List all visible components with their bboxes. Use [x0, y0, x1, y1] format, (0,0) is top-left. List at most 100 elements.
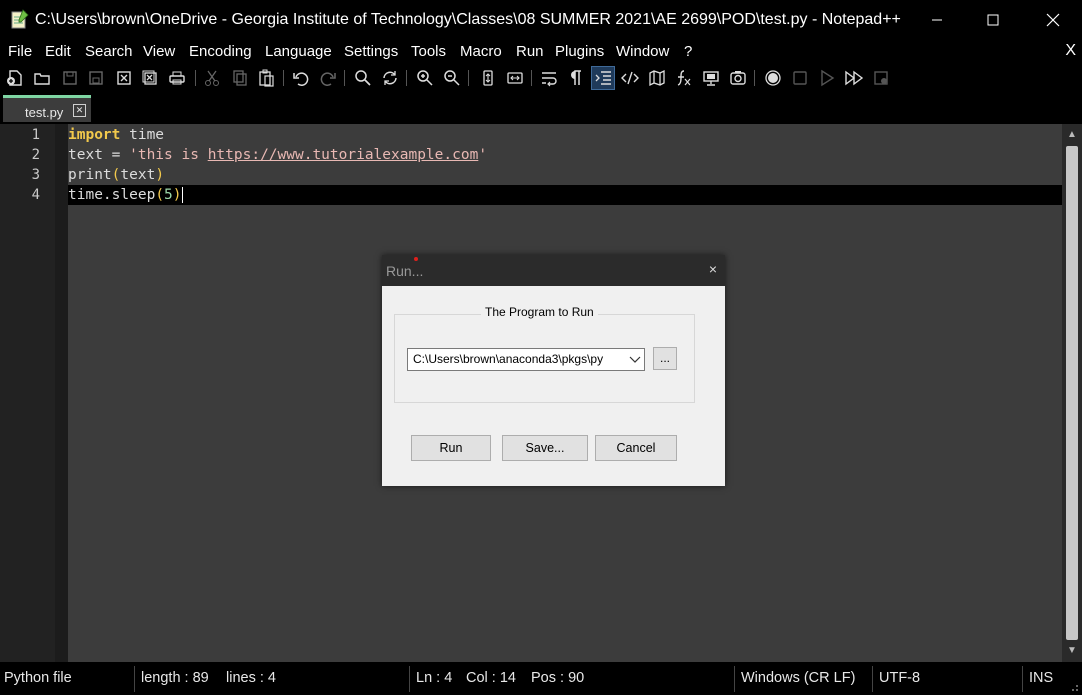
undo-icon[interactable]: [290, 67, 312, 89]
menu-language[interactable]: Language: [265, 43, 332, 60]
play-macro-icon[interactable]: [816, 67, 838, 89]
close-all-icon[interactable]: [139, 67, 161, 89]
zoom-in-icon[interactable]: [414, 67, 436, 89]
scrollbar-thumb[interactable]: [1066, 146, 1078, 640]
bracket: ): [155, 167, 165, 183]
sync-horizontal-icon[interactable]: [504, 67, 526, 89]
zoom-out-icon[interactable]: [441, 67, 463, 89]
string-literal: 'this is: [129, 147, 208, 163]
save-macro-icon[interactable]: [870, 67, 892, 89]
fold-margin: [55, 124, 68, 662]
run-dialog: Run... × The Program to Run C:\Users\bro…: [382, 255, 725, 486]
menu-run[interactable]: Run: [516, 43, 544, 60]
status-position: Pos : 90: [531, 670, 585, 686]
browse-button[interactable]: ...: [653, 347, 677, 370]
notepad-app-icon: [11, 9, 29, 29]
status-line-number: Ln : 4: [416, 670, 453, 686]
minimize-icon: [932, 19, 942, 21]
line-number: 4: [31, 187, 40, 203]
close-file-icon[interactable]: [113, 67, 135, 89]
save-button[interactable]: Save...: [502, 435, 588, 461]
menu-window[interactable]: Window: [616, 43, 669, 60]
menu-file[interactable]: File: [8, 43, 32, 60]
sync-vertical-icon[interactable]: [477, 67, 499, 89]
record-macro-icon[interactable]: [762, 67, 784, 89]
indent-guide-icon[interactable]: [591, 66, 615, 90]
notification-dot: [414, 257, 418, 261]
code-text: time.sleep: [68, 187, 156, 203]
window-title: C:\Users\brown\OneDrive - Georgia Instit…: [35, 11, 901, 28]
print-icon[interactable]: [166, 67, 188, 89]
dialog-title: Run...: [386, 263, 424, 279]
xml-tag-icon[interactable]: [619, 67, 641, 89]
paste-icon[interactable]: [255, 67, 277, 89]
keyword: import: [68, 127, 121, 143]
open-file-icon[interactable]: [31, 67, 53, 89]
close-window-button[interactable]: [1030, 0, 1076, 40]
dialog-title-bar[interactable]: Run... ×: [382, 255, 725, 286]
tab-test-py[interactable]: test.py ✕: [3, 95, 91, 122]
tab-label: test.py: [25, 105, 64, 120]
menu-macro[interactable]: Macro: [460, 43, 502, 60]
status-column: Col : 14: [466, 670, 516, 686]
run-macro-multiple-icon[interactable]: [843, 67, 865, 89]
status-separator: [134, 666, 135, 692]
menu-help[interactable]: ?: [684, 43, 692, 60]
dialog-close-icon[interactable]: ×: [709, 261, 717, 277]
status-eol[interactable]: Windows (CR LF): [741, 670, 855, 686]
toolbar-separator: [283, 70, 284, 86]
program-path-combobox[interactable]: C:\Users\brown\anaconda3\pkgs\py: [407, 348, 645, 371]
status-separator: [734, 666, 735, 692]
run-button[interactable]: Run: [411, 435, 491, 461]
code-line-2: text = 'this is https://www.tutorialexam…: [68, 145, 487, 165]
new-file-icon[interactable]: [4, 67, 26, 89]
find-icon[interactable]: [352, 67, 374, 89]
menu-tools[interactable]: Tools: [411, 43, 446, 60]
tab-close-icon[interactable]: ✕: [73, 104, 86, 117]
menu-view[interactable]: View: [143, 43, 175, 60]
close-document-button[interactable]: X: [1065, 42, 1076, 60]
chevron-down-icon[interactable]: [629, 354, 641, 364]
vertical-scrollbar[interactable]: ▲ ▼: [1062, 124, 1082, 662]
menu-plugins[interactable]: Plugins: [555, 43, 604, 60]
line-number: 1: [31, 127, 40, 143]
resize-grip-icon[interactable]: [1069, 682, 1079, 692]
replace-icon[interactable]: [379, 67, 401, 89]
code-line-3: print(text): [68, 165, 164, 185]
url-link[interactable]: https://www.tutorialexample.com: [208, 147, 479, 163]
menu-edit[interactable]: Edit: [45, 43, 71, 60]
document-map-icon[interactable]: [646, 67, 668, 89]
status-insert-mode[interactable]: INS: [1029, 670, 1053, 686]
redo-icon[interactable]: [317, 67, 339, 89]
program-path-value: C:\Users\brown\anaconda3\pkgs\py: [413, 352, 604, 366]
minimize-button[interactable]: [914, 0, 960, 40]
close-icon: [1046, 13, 1060, 27]
function-list-icon[interactable]: [673, 67, 695, 89]
code-text: time: [120, 127, 165, 143]
save-all-icon[interactable]: [85, 67, 107, 89]
maximize-button[interactable]: [970, 0, 1016, 40]
toolbar-separator: [754, 70, 755, 86]
cut-icon[interactable]: [201, 67, 223, 89]
scroll-up-icon[interactable]: ▲: [1062, 126, 1082, 144]
code-text: text =: [68, 147, 130, 163]
word-wrap-icon[interactable]: [538, 67, 560, 89]
bracket: (: [155, 187, 165, 203]
status-bar: Python file length : 89 lines : 4 Ln : 4…: [0, 662, 1082, 695]
copy-icon[interactable]: [229, 67, 251, 89]
show-all-characters-icon[interactable]: [565, 67, 587, 89]
monitor-icon[interactable]: [700, 67, 722, 89]
menu-search[interactable]: Search: [85, 43, 133, 60]
scroll-down-icon[interactable]: ▼: [1062, 642, 1082, 660]
line-number: 2: [31, 147, 40, 163]
stop-macro-icon[interactable]: [789, 67, 811, 89]
save-icon[interactable]: [59, 67, 81, 89]
menu-encoding[interactable]: Encoding: [189, 43, 252, 60]
folder-workspace-icon[interactable]: [727, 67, 749, 89]
maximize-icon: [987, 14, 999, 26]
line-number-gutter: 1 2 3 4: [0, 124, 55, 662]
number-literal: 5: [164, 187, 173, 203]
menu-settings[interactable]: Settings: [344, 43, 398, 60]
cancel-button[interactable]: Cancel: [595, 435, 677, 461]
status-encoding[interactable]: UTF-8: [879, 670, 920, 686]
